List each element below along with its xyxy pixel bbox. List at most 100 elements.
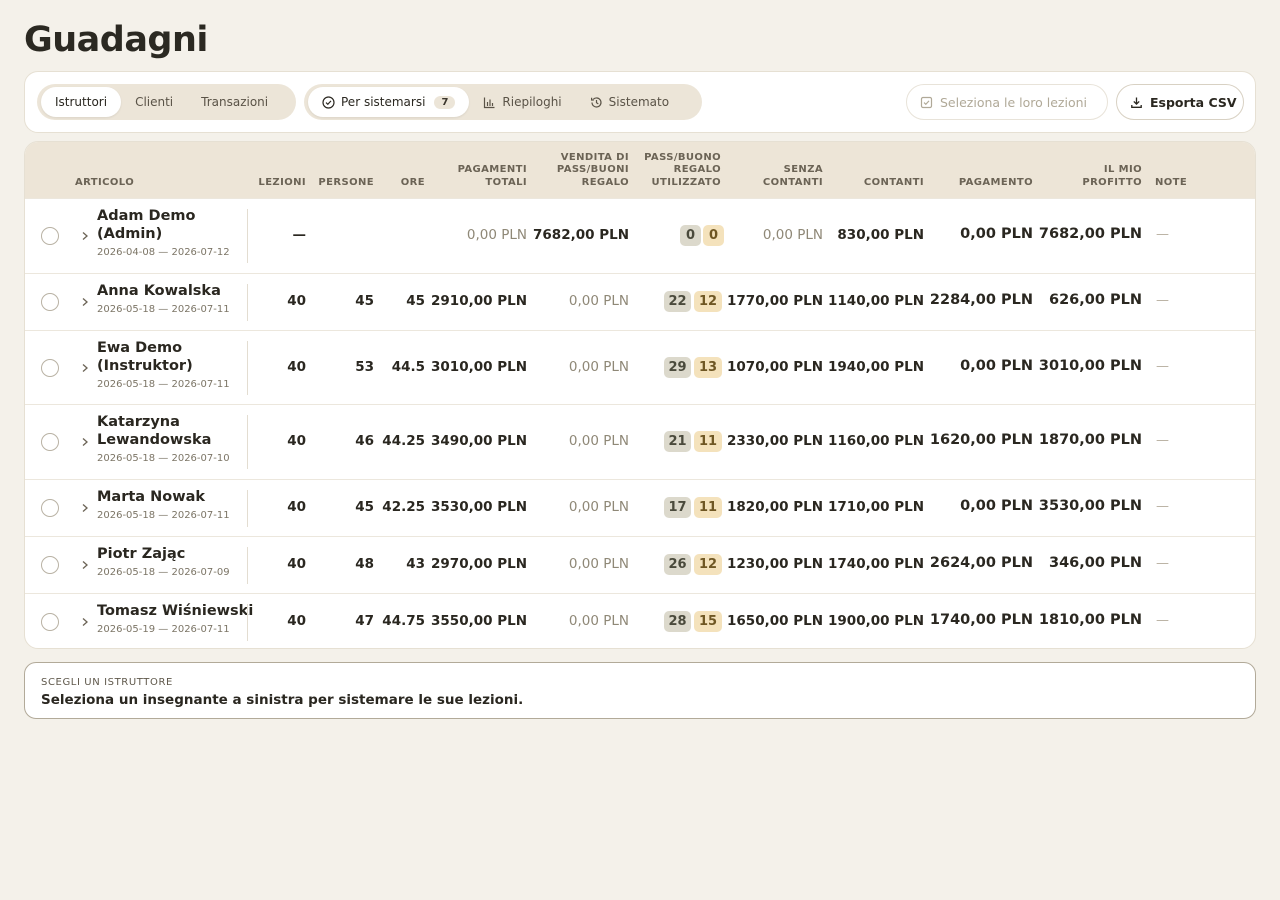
- table-header: ARTICOLO LEZIONI PERSONE ORE PAGAMENTI T…: [25, 142, 1255, 198]
- instructor-name: Ewa Demo (Instruktor): [97, 340, 193, 374]
- tab-transazioni[interactable]: Transazioni: [187, 87, 282, 117]
- cell-pagamenti: 3490,00 PLN: [431, 433, 527, 449]
- toolbar: Istruttori Clienti Transazioni Per siste…: [24, 71, 1256, 133]
- cell-persone: 48: [355, 556, 374, 572]
- pass-count-badge: 22: [664, 291, 691, 312]
- row-select-radio[interactable]: [41, 556, 59, 574]
- select-lessons-button[interactable]: Seleziona le loro lezioni: [906, 84, 1108, 120]
- cell-profitto: 7682,00 PLN: [1038, 226, 1142, 242]
- pass-count-badge: 0: [680, 225, 701, 246]
- cell-note: —: [1156, 433, 1169, 448]
- row-select-radio[interactable]: [41, 433, 59, 451]
- tab-clienti[interactable]: Clienti: [121, 87, 187, 117]
- cell-vendita: 0,00 PLN: [568, 359, 629, 375]
- cell-persone: 45: [355, 293, 374, 309]
- cell-senza: 1650,00 PLN: [727, 613, 823, 629]
- cell-contanti: 1140,00 PLN: [828, 293, 924, 309]
- col-pagamenti-totali: PAGAMENTI TOTALI: [457, 164, 527, 188]
- cell-contanti: 1710,00 PLN: [828, 499, 924, 515]
- instructor-name: Piotr Zając: [97, 546, 186, 562]
- cell-vendita: 0,00 PLN: [568, 433, 629, 449]
- cell-pagamento: 0,00 PLN: [960, 358, 1033, 374]
- chevron-right-icon[interactable]: [80, 617, 90, 627]
- tab-istruttori[interactable]: Istruttori: [41, 87, 122, 117]
- pass-count-badge: 21: [664, 431, 691, 452]
- cell-lezioni: 40: [287, 433, 306, 449]
- date-range: 2026-05-18 — 2026-07-09: [97, 567, 230, 578]
- chevron-right-icon[interactable]: [80, 437, 90, 447]
- chevron-right-icon[interactable]: [80, 231, 90, 241]
- cell-ore: 43: [406, 556, 425, 572]
- table-row[interactable]: Piotr Zając 2026-05-18 — 2026-07-09 40 4…: [25, 536, 1255, 593]
- cell-ore: 44.75: [382, 613, 425, 629]
- row-select-radio[interactable]: [41, 613, 59, 631]
- chevron-right-icon[interactable]: [80, 560, 90, 570]
- history-icon: [590, 96, 603, 109]
- cell-pagamento: 0,00 PLN: [960, 226, 1033, 242]
- tab-per-sistemarsi[interactable]: Per sistemarsi 7: [308, 87, 470, 117]
- row-select-radio[interactable]: [41, 359, 59, 377]
- table-row[interactable]: Anna Kowalska 2026-05-18 — 2026-07-11 40…: [25, 273, 1255, 330]
- col-senza-contanti: SENZA CONTANTI: [762, 164, 823, 188]
- cell-note: —: [1156, 556, 1169, 571]
- chevron-right-icon[interactable]: [80, 297, 90, 307]
- cell-persone: 46: [355, 433, 374, 449]
- col-profitto: IL MIO PROFITTO: [1082, 164, 1142, 188]
- col-vendita: VENDITA DI PASS/BUONI REGALO: [556, 151, 629, 188]
- pass-count-badge: 28: [664, 611, 691, 632]
- cell-ore: 45: [406, 293, 425, 309]
- page-title: Guadagni: [24, 20, 208, 60]
- chevron-right-icon[interactable]: [80, 503, 90, 513]
- row-select-radio[interactable]: [41, 227, 59, 245]
- table-row[interactable]: Tomasz Wiśniewski 2026-05-19 — 2026-07-1…: [25, 593, 1255, 648]
- cell-note: —: [1156, 499, 1169, 514]
- col-note: NOTE: [1155, 176, 1188, 188]
- cell-contanti: 1940,00 PLN: [828, 359, 924, 375]
- col-persone: PERSONE: [318, 176, 374, 188]
- cell-note: —: [1156, 613, 1169, 628]
- gift-count-badge: 12: [694, 291, 722, 312]
- divider: [247, 490, 248, 527]
- divider: [247, 284, 248, 321]
- cell-contanti: 830,00 PLN: [837, 227, 924, 243]
- cell-pagamento: 2624,00 PLN: [929, 555, 1033, 571]
- instructor-name: Adam Demo (Admin): [97, 208, 196, 242]
- col-lezioni: LEZIONI: [258, 176, 306, 188]
- chevron-right-icon[interactable]: [80, 363, 90, 373]
- instructor-hint-panel: SCEGLI UN ISTRUTTORE Seleziona un insegn…: [24, 662, 1256, 719]
- cell-vendita: 0,00 PLN: [568, 293, 629, 309]
- cell-profitto: 3530,00 PLN: [1038, 498, 1142, 514]
- table-row[interactable]: Adam Demo (Admin) 2026-04-08 — 2026-07-1…: [25, 198, 1255, 273]
- download-icon: [1130, 96, 1143, 109]
- cell-contanti: 1900,00 PLN: [828, 613, 924, 629]
- cell-note: —: [1156, 293, 1169, 308]
- cell-senza: 1820,00 PLN: [727, 499, 823, 515]
- divider: [247, 341, 248, 395]
- cell-senza: 1070,00 PLN: [727, 359, 823, 375]
- cell-senza: 2330,00 PLN: [727, 433, 823, 449]
- table-row[interactable]: Katarzyna Lewandowska 2026-05-18 — 2026-…: [25, 404, 1255, 479]
- cell-contanti: 1740,00 PLN: [828, 556, 924, 572]
- cell-ore: 42.25: [382, 499, 425, 515]
- cell-lezioni: 40: [287, 359, 306, 375]
- date-range: 2026-05-18 — 2026-07-10: [97, 453, 230, 464]
- row-select-radio[interactable]: [41, 499, 59, 517]
- col-contanti: CONTANTI: [863, 176, 924, 188]
- gift-count-badge: 11: [694, 431, 722, 452]
- pass-count-badge: 29: [664, 357, 691, 378]
- tab-riepiloghi[interactable]: Riepiloghi: [469, 87, 575, 117]
- cell-ore: 44.25: [382, 433, 425, 449]
- tab-sistemato[interactable]: Sistemato: [576, 87, 683, 117]
- export-csv-button[interactable]: Esporta CSV: [1116, 84, 1244, 120]
- date-range: 2026-05-18 — 2026-07-11: [97, 510, 230, 521]
- group-tabs: Istruttori Clienti Transazioni: [37, 84, 296, 120]
- table-row[interactable]: Marta Nowak 2026-05-18 — 2026-07-11 40 4…: [25, 479, 1255, 536]
- gift-count-badge: 13: [694, 357, 722, 378]
- cell-senza: 0,00 PLN: [762, 227, 823, 243]
- cell-profitto: 3010,00 PLN: [1038, 358, 1142, 374]
- cell-pagamento: 1620,00 PLN: [929, 432, 1033, 448]
- table-row[interactable]: Ewa Demo (Instruktor) 2026-05-18 — 2026-…: [25, 330, 1255, 404]
- row-select-radio[interactable]: [41, 293, 59, 311]
- cell-note: —: [1156, 227, 1169, 242]
- cell-vendita: 0,00 PLN: [568, 556, 629, 572]
